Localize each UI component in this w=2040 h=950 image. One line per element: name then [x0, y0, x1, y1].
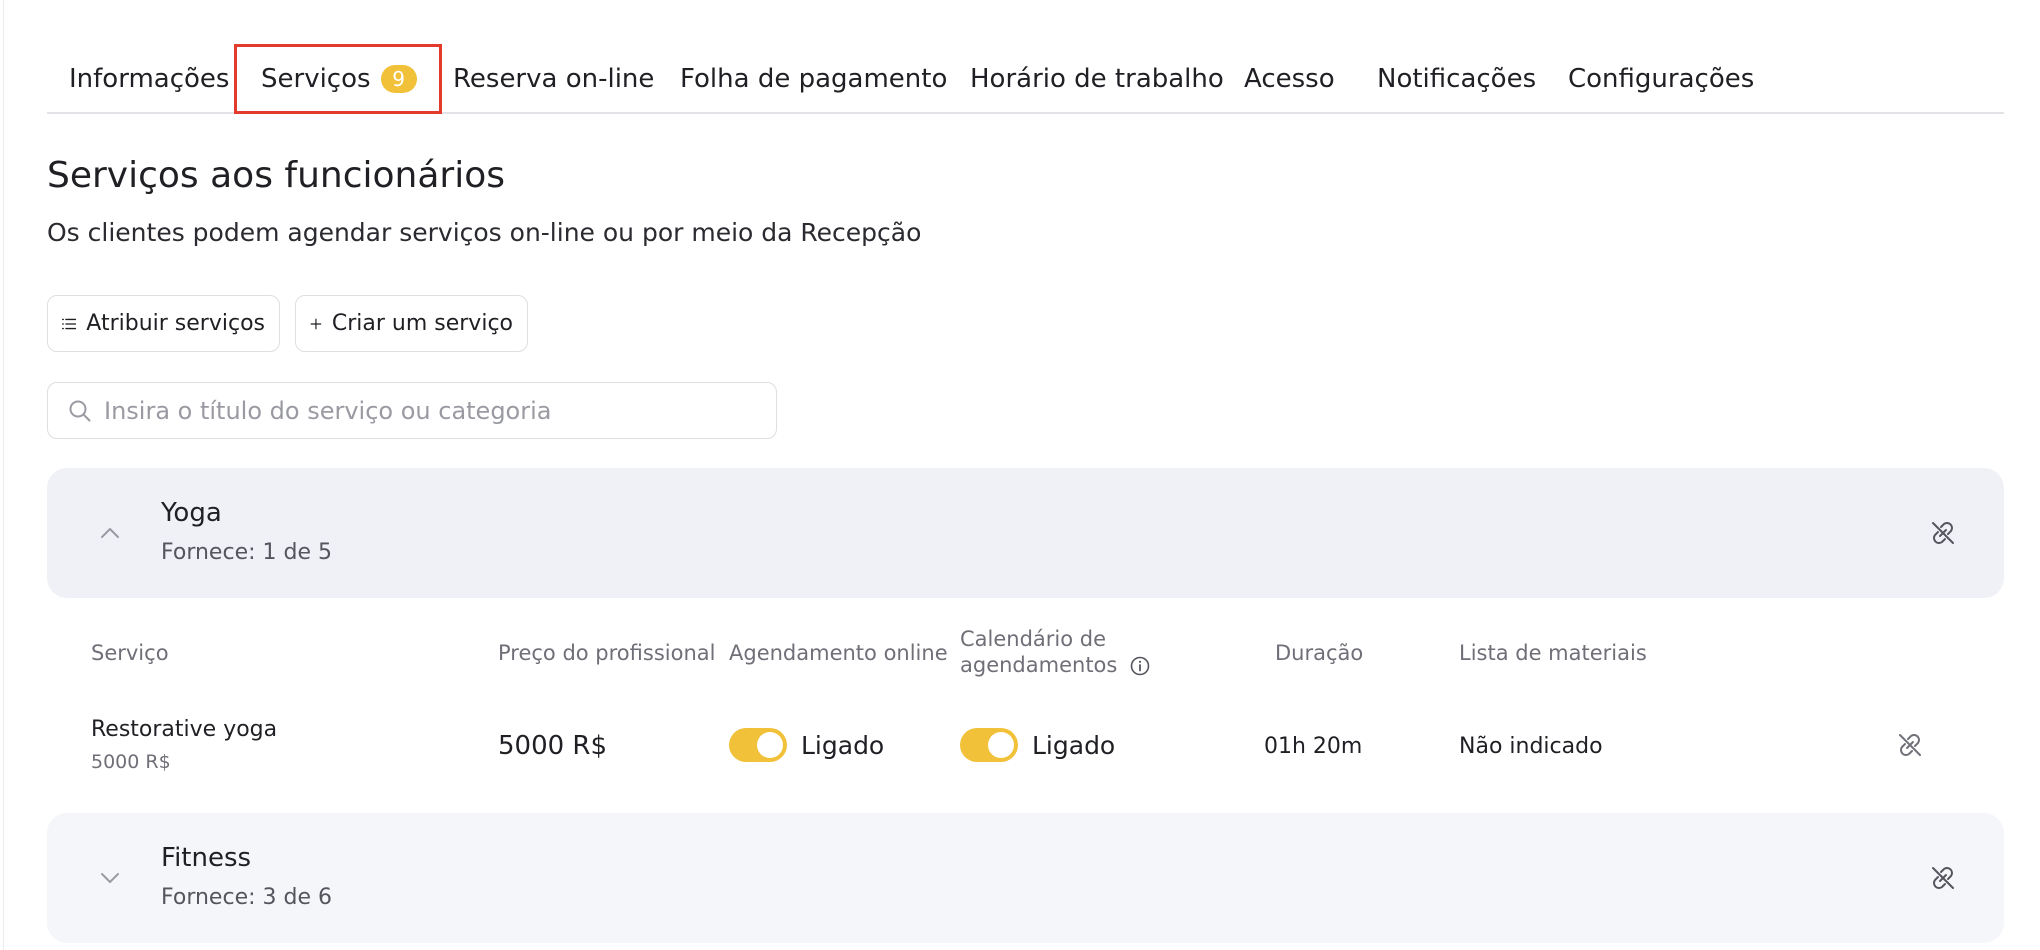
- tab-horario-de-trabalho[interactable]: Horário de trabalho: [970, 46, 1224, 112]
- info-icon[interactable]: [1130, 656, 1150, 676]
- tab-label: Informações: [69, 64, 230, 94]
- button-label: Criar um serviço: [331, 311, 513, 336]
- service-base-price: 5000 R$: [91, 751, 171, 773]
- professional-price: 5000 R$: [498, 731, 608, 761]
- search-icon: [69, 400, 91, 421]
- chevron-up-icon[interactable]: [99, 526, 121, 540]
- header-calendar-line2: agendamentos: [960, 653, 1118, 677]
- header-materials: Lista de materiais: [1459, 641, 1647, 665]
- header-calendar: Calendário de agendamentos: [960, 626, 1150, 678]
- unlink-icon[interactable]: [1930, 520, 1956, 546]
- search-input[interactable]: [104, 396, 724, 425]
- toggle-switch[interactable]: [960, 728, 1018, 762]
- page-subtitle: Os clientes podem agendar serviços on-li…: [47, 218, 922, 247]
- toggle-label: Ligado: [1032, 730, 1116, 760]
- duration-value: 01h 20m: [1264, 734, 1363, 759]
- tab-configuracoes[interactable]: Configurações: [1568, 46, 1754, 112]
- header-duration: Duração: [1275, 641, 1364, 665]
- button-label: Atribuir serviços: [86, 311, 265, 336]
- header-online-booking: Agendamento online: [729, 641, 948, 665]
- category-provides: Fornece: 3 de 6: [161, 885, 332, 910]
- unlink-icon[interactable]: [1930, 865, 1956, 891]
- category-provides: Fornece: 1 de 5: [161, 540, 332, 565]
- tab-label: Notificações: [1377, 64, 1537, 94]
- tab-acesso[interactable]: Acesso: [1244, 46, 1335, 112]
- tab-bar: Informações Serviços 9 Reserva on-line F…: [47, 44, 2004, 114]
- chevron-down-icon[interactable]: [99, 871, 121, 885]
- category-panel-fitness[interactable]: Fitness Fornece: 3 de 6: [47, 813, 2004, 943]
- category-name: Yoga: [161, 498, 222, 528]
- unlink-icon[interactable]: [1897, 732, 1923, 758]
- assign-services-button[interactable]: Atribuir serviços: [47, 295, 280, 352]
- service-name: Restorative yoga: [91, 717, 278, 742]
- tab-folha-de-pagamento[interactable]: Folha de pagamento: [680, 46, 947, 112]
- tab-label: Serviços: [261, 64, 371, 94]
- tab-label: Reserva on-line: [453, 64, 655, 94]
- header-service: Serviço: [91, 641, 169, 665]
- left-border: [3, 0, 4, 950]
- tab-label: Horário de trabalho: [970, 64, 1224, 94]
- list-icon: [62, 318, 77, 329]
- tab-label: Configurações: [1568, 64, 1755, 94]
- toggle-switch[interactable]: [729, 728, 787, 762]
- tab-reserva-online[interactable]: Reserva on-line: [453, 46, 654, 112]
- tab-notificacoes[interactable]: Notificações: [1377, 46, 1536, 112]
- category-panel-yoga[interactable]: Yoga Fornece: 1 de 5: [47, 468, 2004, 598]
- toggle-label: Ligado: [801, 730, 885, 760]
- search-box: [47, 382, 777, 439]
- online-booking-toggle[interactable]: Ligado: [729, 728, 884, 762]
- page-title: Serviços aos funcionários: [47, 155, 505, 196]
- materials-value: Não indicado: [1459, 734, 1603, 759]
- count-badge: 9: [380, 65, 417, 93]
- plus-icon: [310, 318, 322, 329]
- tab-servicos[interactable]: Serviços 9: [234, 44, 442, 114]
- header-price: Preço do profissional: [498, 641, 716, 665]
- tab-informacoes[interactable]: Informações: [69, 46, 229, 112]
- header-calendar-line1: Calendário de: [960, 627, 1107, 651]
- calendar-booking-toggle[interactable]: Ligado: [960, 728, 1115, 762]
- tab-label: Acesso: [1244, 64, 1335, 94]
- tab-label: Folha de pagamento: [680, 64, 948, 94]
- create-service-button[interactable]: Criar um serviço: [295, 295, 528, 352]
- category-name: Fitness: [161, 843, 252, 873]
